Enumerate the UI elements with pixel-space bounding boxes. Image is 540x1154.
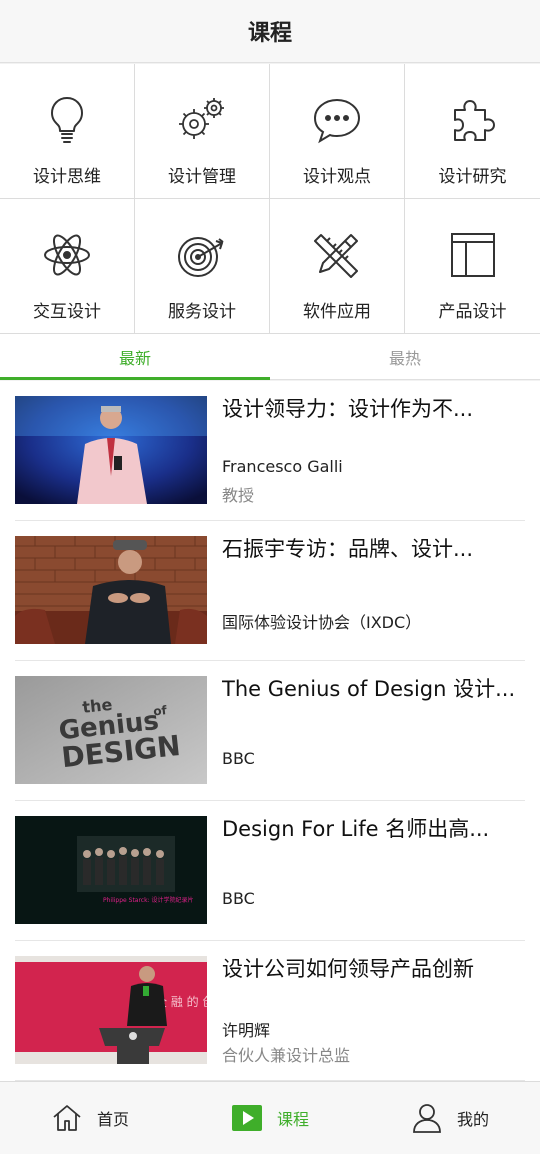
- conference-speaker-thumbnail: 全 融 的 创: [15, 956, 207, 1064]
- course-author: Francesco Galli: [222, 457, 343, 476]
- category-design-viewpoint[interactable]: 设计观点: [270, 64, 405, 199]
- category-label: 软件应用: [303, 302, 371, 322]
- course-list: 设计领导力：设计作为不... Francesco Galli 教授 石振宇专访：…: [0, 381, 540, 1081]
- category-grid: 设计思维 设计管理 设计观点 设计研究 交互设计 服务设计 软件应用 产品设计: [0, 64, 540, 334]
- course-list-item[interactable]: Philippe Starck: 设计学院纪录片 Design For Life…: [15, 801, 525, 941]
- course-list-item[interactable]: the Genius of DESIGN The Genius of Desig…: [15, 661, 525, 801]
- tab-hottest[interactable]: 最热: [270, 334, 540, 379]
- thumb-caption: Philippe Starck: 设计学院纪录片: [103, 896, 194, 904]
- bottom-navigation: 首页 课程 我的: [0, 1081, 540, 1154]
- header-bar: 课程: [0, 0, 540, 63]
- layout-icon: [450, 233, 495, 277]
- category-label: 服务设计: [168, 302, 236, 322]
- course-author: 国际体验设计协会（IXDC）: [222, 613, 422, 632]
- play-icon: [231, 1105, 262, 1131]
- category-label: 产品设计: [438, 302, 507, 322]
- category-label: 设计管理: [168, 167, 236, 187]
- gears-icon: [179, 98, 224, 139]
- thumb-text-of: of: [153, 703, 169, 718]
- user-icon: [413, 1104, 441, 1133]
- category-label: 设计观点: [303, 167, 371, 187]
- nav-profile[interactable]: 我的: [360, 1082, 540, 1154]
- course-title: Design For Life 名师出高...: [222, 817, 490, 841]
- puzzle-icon: [453, 100, 495, 141]
- nav-home-label: 首页: [96, 1110, 129, 1129]
- nav-courses[interactable]: 课程: [180, 1082, 360, 1154]
- category-design-management[interactable]: 设计管理: [135, 64, 270, 199]
- course-author-role: 合伙人兼设计总监: [222, 1046, 351, 1065]
- category-interaction-design[interactable]: 交互设计: [0, 199, 135, 334]
- nav-courses-label: 课程: [276, 1110, 309, 1129]
- course-author: BBC: [222, 749, 255, 768]
- course-title: 设计领导力：设计作为不...: [222, 397, 474, 421]
- nav-home[interactable]: 首页: [0, 1082, 180, 1154]
- speaker-stage-thumbnail: [15, 396, 207, 504]
- pencil-ruler-icon: [314, 234, 358, 278]
- sort-tabs: 最新 最热: [0, 334, 540, 380]
- course-title: The Genius of Design 设计...: [222, 677, 516, 701]
- category-software-application[interactable]: 软件应用: [270, 199, 405, 334]
- category-label: 交互设计: [33, 302, 101, 322]
- course-author: 许明辉: [222, 1021, 271, 1040]
- course-author-role: 教授: [222, 486, 255, 505]
- speech-bubble-icon: [313, 98, 361, 144]
- nav-profile-label: 我的: [456, 1110, 489, 1129]
- design-for-life-thumbnail: Philippe Starck: 设计学院纪录片: [15, 816, 207, 924]
- course-author: BBC: [222, 889, 255, 908]
- category-design-thinking[interactable]: 设计思维: [0, 64, 135, 199]
- course-list-item[interactable]: 石振宇专访：品牌、设计... 国际体验设计协会（IXDC）: [15, 521, 525, 661]
- home-icon: [53, 1105, 81, 1131]
- lightbulb-icon: [51, 97, 83, 143]
- course-title: 石振宇专访：品牌、设计...: [222, 537, 474, 561]
- course-list-item[interactable]: 全 融 的 创 设计公司如何领导产品创新 许明辉 合伙人兼设计总监: [15, 941, 525, 1081]
- page-title: 课程: [247, 21, 292, 46]
- interview-thumbnail: [15, 536, 207, 644]
- course-title: 设计公司如何领导产品创新: [222, 957, 474, 981]
- course-list-item[interactable]: 设计领导力：设计作为不... Francesco Galli 教授: [15, 381, 525, 521]
- category-label: 设计研究: [438, 167, 507, 187]
- category-product-design[interactable]: 产品设计: [405, 199, 540, 334]
- atom-icon: [44, 234, 90, 276]
- target-arrow-icon: [178, 237, 224, 277]
- genius-of-design-thumbnail: the Genius of DESIGN: [15, 676, 207, 784]
- category-design-research[interactable]: 设计研究: [405, 64, 540, 199]
- category-label: 设计思维: [33, 167, 101, 187]
- category-service-design[interactable]: 服务设计: [135, 199, 270, 334]
- tab-latest[interactable]: 最新: [0, 334, 270, 380]
